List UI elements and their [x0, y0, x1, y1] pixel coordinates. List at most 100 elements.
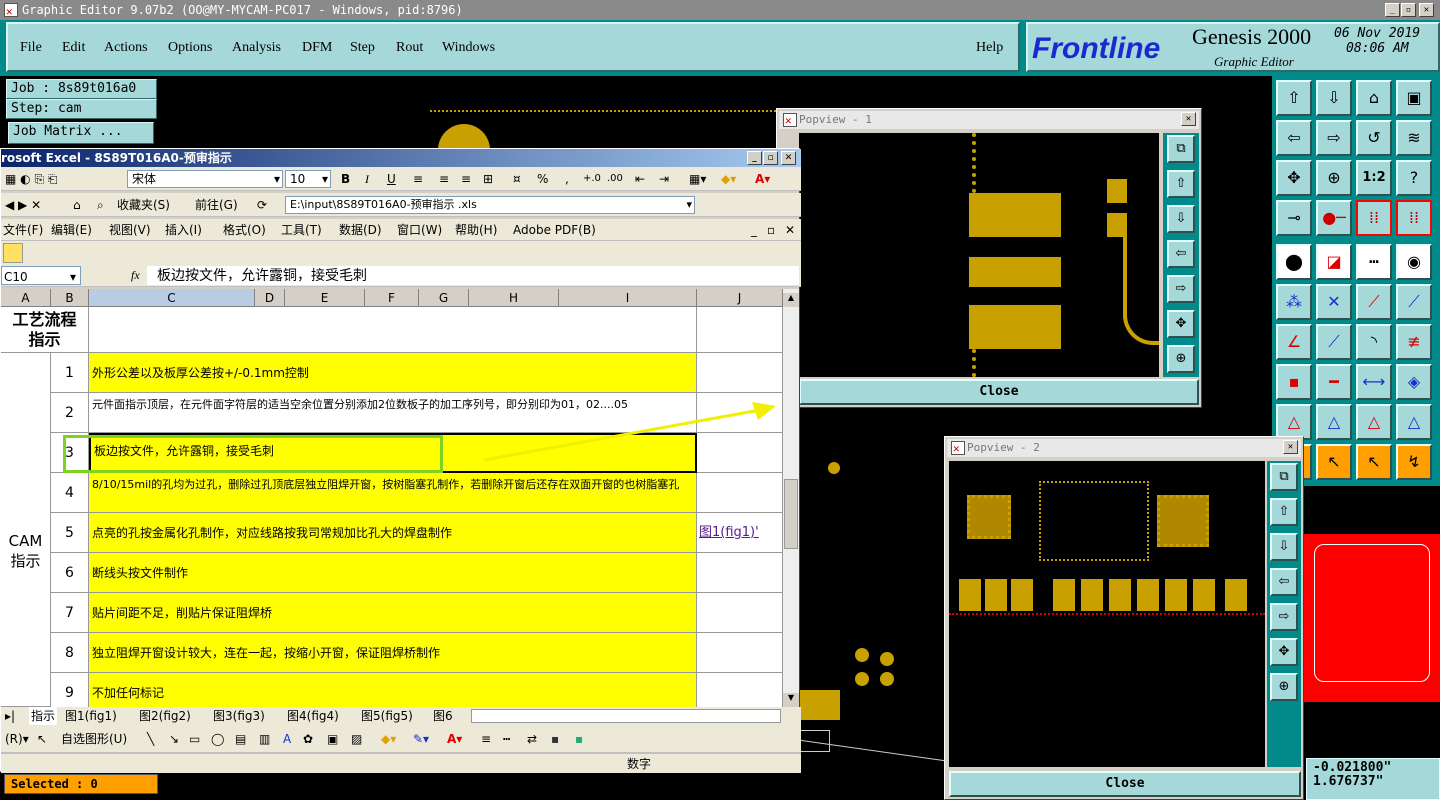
currency-icon[interactable]: ¤: [513, 167, 521, 191]
textbox-tool-icon[interactable]: ▤: [235, 725, 246, 753]
favorites-menu[interactable]: 收藏夹(S): [117, 193, 170, 217]
move-icon[interactable]: ▪: [1276, 364, 1312, 400]
menu-tools[interactable]: 工具(T): [281, 219, 322, 241]
3d-icon[interactable]: ▪: [575, 725, 583, 753]
oval-tool-icon[interactable]: ◯: [211, 725, 224, 753]
popview-2-canvas[interactable]: [949, 461, 1265, 767]
zoom-fit-icon[interactable]: ✥: [1276, 160, 1312, 196]
dash-style-icon[interactable]: ┅: [503, 725, 510, 753]
pv2-right-icon[interactable]: ⇨: [1270, 603, 1298, 631]
cell-j[interactable]: [697, 353, 783, 393]
job-matrix-button[interactable]: Job Matrix ...: [8, 122, 154, 144]
popview-1-canvas[interactable]: [799, 133, 1159, 377]
web-nav-icons[interactable]: ◀ ▶ ✕: [5, 193, 41, 217]
pv2-up-icon[interactable]: ⇧: [1270, 498, 1298, 526]
menu-adobe-pdf[interactable]: Adobe PDF(B): [513, 219, 596, 241]
col-header-e[interactable]: E: [285, 289, 365, 307]
cell-j[interactable]: [697, 593, 783, 633]
menu-view[interactable]: 视图(V): [109, 219, 151, 241]
table-row[interactable]: 8/10/15mil的孔均为过孔，删除过孔顶底层独立阻焊开窗，按树脂塞孔制作，若…: [89, 473, 697, 513]
help-icon[interactable]: ?: [1396, 160, 1432, 196]
col-header-g[interactable]: G: [419, 289, 469, 307]
address-field[interactable]: E:\input\8S89T016A0-预审指示 .xls ▾: [285, 196, 695, 214]
menu-help[interactable]: Help: [976, 40, 1003, 56]
col-header-a[interactable]: A: [1, 289, 51, 307]
decrease-decimal-icon[interactable]: .00: [607, 167, 623, 191]
scroll-thumb[interactable]: [784, 479, 798, 549]
tool-up-icon[interactable]: ⇧: [1276, 80, 1312, 116]
window-icon[interactable]: ▣: [1396, 80, 1432, 116]
fill-color-icon[interactable]: ◆▾: [381, 725, 396, 753]
col-header-i[interactable]: I: [559, 289, 697, 307]
menu-step[interactable]: Step: [350, 40, 375, 56]
tool-right-icon[interactable]: ⇨: [1316, 120, 1352, 156]
table-row[interactable]: 贴片间距不足，削贴片保证阻焊桥: [89, 593, 697, 633]
shapes-icon[interactable]: ◈: [1396, 364, 1432, 400]
draw-circle-icon[interactable]: ◉: [1396, 244, 1432, 280]
scale-1-2-icon[interactable]: 1:2: [1356, 160, 1392, 196]
vertical-text-icon[interactable]: ▥: [259, 725, 270, 753]
col-header-c[interactable]: C: [89, 289, 255, 307]
line-icon[interactable]: ━: [1316, 364, 1352, 400]
arrow-style-icon[interactable]: ⇄: [527, 725, 537, 753]
menu-file[interactable]: 文件(F): [3, 219, 43, 241]
font-name-select[interactable]: 宋体 ▾: [127, 170, 283, 188]
draw-menu[interactable]: (R)▾: [5, 725, 29, 753]
tab-fig3[interactable]: 图3(fig3): [213, 707, 265, 725]
excel-maximize-button[interactable]: ▫: [763, 151, 778, 165]
add-node-icon[interactable]: ⟋: [1396, 284, 1432, 320]
close-button[interactable]: ✕: [1419, 3, 1434, 17]
refresh-icon[interactable]: ⟳: [257, 193, 267, 217]
vertical-scrollbar[interactable]: ▲ ▼: [783, 289, 799, 707]
tool-s-icon[interactable]: ≋: [1396, 120, 1432, 156]
arrow-tool-icon[interactable]: ↘: [169, 725, 179, 753]
menu-help[interactable]: 帮助(H): [455, 219, 497, 241]
shadow-icon[interactable]: ▪: [551, 725, 559, 753]
line-color-icon[interactable]: ✎▾: [413, 725, 429, 753]
line-style-icon[interactable]: ≡: [481, 725, 491, 753]
excel-minimize-button[interactable]: _: [747, 151, 762, 165]
scroll-up-icon[interactable]: ▲: [783, 293, 799, 307]
horizontal-scrollbar[interactable]: [471, 709, 781, 723]
percent-icon[interactable]: %: [537, 167, 548, 191]
merge-icon[interactable]: ⊞: [483, 167, 493, 191]
menu-options[interactable]: Options: [168, 40, 212, 56]
angle-icon[interactable]: ∠: [1276, 324, 1312, 360]
minimize-button[interactable]: _: [1385, 3, 1400, 17]
doc-close-icon[interactable]: ✕: [785, 219, 795, 241]
tab-fig4[interactable]: 图4(fig4): [287, 707, 339, 725]
pv-center-icon[interactable]: ⊕: [1167, 345, 1195, 373]
col-header-f[interactable]: F: [365, 289, 419, 307]
doc-minimize-icon[interactable]: _: [751, 219, 757, 241]
menu-data[interactable]: 数据(D): [339, 219, 382, 241]
draw-line-icon[interactable]: ◪: [1316, 244, 1352, 280]
menu-windows[interactable]: Windows: [442, 40, 495, 56]
tab-nav-icon[interactable]: ▸|: [5, 707, 15, 725]
increase-decimal-icon[interactable]: +.0: [583, 167, 601, 191]
tool-probe-icon[interactable]: ●─: [1316, 200, 1352, 236]
col-header-h[interactable]: H: [469, 289, 559, 307]
add-line-icon[interactable]: ⟋: [1356, 284, 1392, 320]
maximize-button[interactable]: ▫: [1401, 3, 1416, 17]
measure-icon[interactable]: ⟷: [1356, 364, 1392, 400]
table-row[interactable]: 断线头按文件制作: [89, 553, 697, 593]
pv2-down-icon[interactable]: ⇩: [1270, 533, 1298, 561]
tool-left-icon[interactable]: ⇦: [1276, 120, 1312, 156]
font-size-select[interactable]: 10 ▾: [285, 170, 331, 188]
triangle-a-icon[interactable]: △: [1276, 404, 1312, 440]
popview-2-close-x[interactable]: ✕: [1283, 440, 1298, 454]
pv-left-icon[interactable]: ⇦: [1167, 240, 1195, 268]
cross-icon[interactable]: ✕: [1316, 284, 1352, 320]
goto-menu[interactable]: 前往(G): [195, 193, 238, 217]
fill-color-icon[interactable]: ◆▾: [721, 167, 736, 191]
diagonal-icon[interactable]: ⟋: [1316, 324, 1352, 360]
menu-actions[interactable]: Actions: [104, 40, 148, 56]
pv2-left-icon[interactable]: ⇦: [1270, 568, 1298, 596]
tool-back-icon[interactable]: ↺: [1356, 120, 1392, 156]
menu-dfm[interactable]: DFM: [302, 40, 332, 56]
draw-pad-icon[interactable]: ⬤: [1276, 244, 1312, 280]
table-row[interactable]: 点亮的孔按金属化孔制作，对应线路按我司常规加比孔大的焊盘制作: [89, 513, 697, 553]
borders-icon[interactable]: ▦▾: [689, 167, 706, 191]
tool-ruler-icon[interactable]: ⊸: [1276, 200, 1312, 236]
home-icon[interactable]: ⌂: [1356, 80, 1392, 116]
